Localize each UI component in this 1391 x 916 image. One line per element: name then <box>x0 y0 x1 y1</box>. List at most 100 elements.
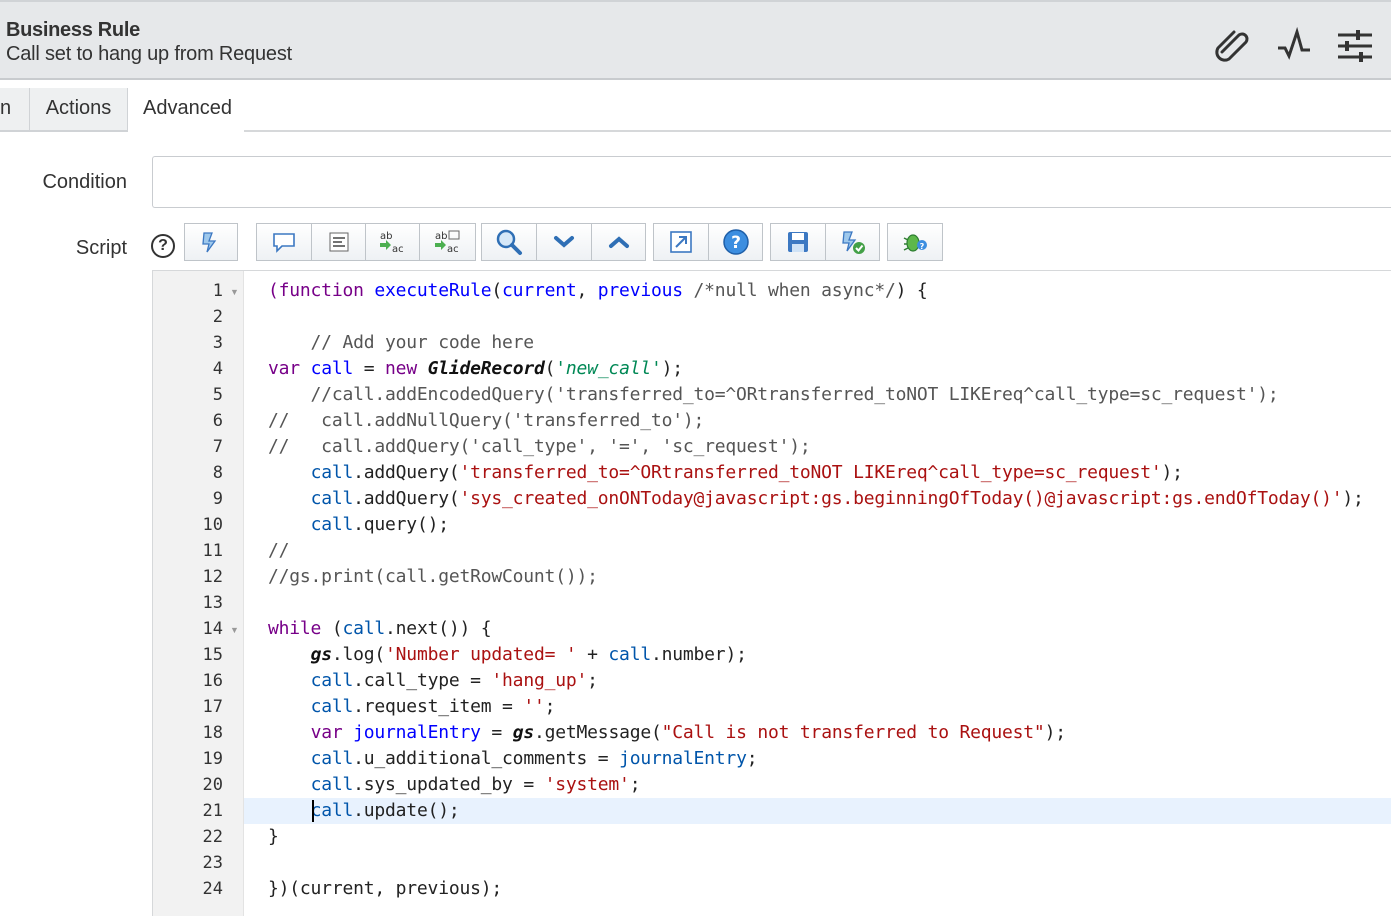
settings-sliders-icon[interactable] <box>1336 26 1376 66</box>
line-number: 16 <box>202 671 223 691</box>
code-line: call.addQuery('sys_created_onONToday@jav… <box>268 488 1364 509</box>
text-cursor <box>312 800 314 822</box>
code-token: .sys_updated_by = <box>353 774 545 795</box>
check-syntax-button[interactable] <box>825 223 880 261</box>
record-name-subtitle: Call set to hang up from Request <box>6 43 292 65</box>
code-token: + <box>576 644 609 665</box>
code-token: current <box>502 280 577 301</box>
comment-icon <box>273 233 295 253</box>
find-next-button[interactable] <box>536 223 592 261</box>
code-token: 'sys_created_onONToday@javascript:gs.beg… <box>459 488 1343 509</box>
code-token: '' <box>523 696 545 717</box>
code-token: call <box>310 696 354 717</box>
code-token: ); <box>661 358 683 379</box>
code-token: .log( <box>331 644 386 665</box>
code-line: gs.log('Number updated= ' + call.number)… <box>268 644 747 665</box>
code-token: .next()) { <box>385 618 492 639</box>
code-token: 'hang_up' <box>491 670 588 691</box>
find-next-icon <box>554 236 574 248</box>
code-token: call <box>310 748 354 769</box>
code-line: call.sys_updated_by = 'system'; <box>268 774 641 795</box>
code-line: call.query(); <box>268 514 449 535</box>
fold-arrow-icon[interactable]: ▼ <box>230 625 239 635</box>
svg-text:ac: ac <box>447 244 459 255</box>
code-line: call.call_type = 'hang_up'; <box>268 670 598 691</box>
line-number: 19 <box>202 749 223 769</box>
fullscreen-icon <box>670 231 692 253</box>
debug-icon: ? <box>903 234 927 252</box>
code-token: 'new_call' <box>555 358 662 379</box>
replace-all-icon: abac <box>434 230 459 255</box>
code-token: call <box>310 488 354 509</box>
line-number: 3 <box>212 333 223 353</box>
find-previous-button[interactable] <box>591 223 646 261</box>
tab-partial[interactable]: n <box>0 88 30 132</box>
tab-actions[interactable]: Actions <box>30 88 128 132</box>
code-token: call <box>608 644 651 665</box>
code-line: //gs.print(call.getRowCount()); <box>268 566 598 587</box>
script-help-icon[interactable]: ? <box>151 234 175 258</box>
code-token: ) { <box>895 280 928 301</box>
line-number: 1 <box>212 281 223 301</box>
code-line: // call.addQuery('call_type', '=', 'sc_r… <box>268 436 811 457</box>
code-line: //call.addEncodedQuery('transferred_to=^… <box>268 384 1279 405</box>
tab-advanced[interactable]: Advanced <box>128 88 244 132</box>
fullscreen-button[interactable] <box>653 223 709 261</box>
code-token: 'Number updated= ' <box>385 644 577 665</box>
line-number: 24 <box>202 879 223 899</box>
save-button[interactable] <box>770 223 826 261</box>
code-token: call <box>310 514 354 535</box>
paperclip-icon[interactable] <box>1212 26 1252 66</box>
save-icon <box>788 232 808 252</box>
script-editor[interactable]: 1 ▼ 2 3 4 5 6 7 8 9 10 11 12 13 14 ▼ 15 … <box>152 270 1391 916</box>
code-token: call <box>310 800 354 821</box>
find-previous-icon <box>608 236 629 248</box>
code-token: new <box>385 358 417 379</box>
code-token: call <box>342 618 386 639</box>
fold-arrow-icon[interactable]: ▼ <box>230 287 239 297</box>
line-number: 12 <box>202 567 223 587</box>
debug-button[interactable]: ? <box>887 223 943 261</box>
code-token: .request_item = <box>353 696 524 717</box>
code-line: } <box>268 826 279 847</box>
code-token: ; <box>587 670 598 691</box>
code-token: call <box>310 774 354 795</box>
code-line: (function executeRule(current, previous … <box>268 280 928 301</box>
code-token: ; <box>746 748 758 769</box>
comment-button[interactable] <box>256 223 312 261</box>
code-token: 'system' <box>544 774 630 795</box>
code-token: call <box>310 462 354 483</box>
tabs-divider <box>244 130 1391 132</box>
format-code-button[interactable] <box>311 223 366 261</box>
code-line: call.request_item = ''; <box>268 696 556 717</box>
replace-icon: abac <box>379 231 403 255</box>
replace-all-button[interactable]: ab ac <box>419 223 476 261</box>
code-token: .call_type = <box>353 670 492 691</box>
help-icon: ? <box>722 229 749 255</box>
code-line: call.update(); <box>268 800 460 821</box>
code-token: .update(); <box>353 800 460 821</box>
line-number: 10 <box>202 515 223 535</box>
help-button[interactable]: ? <box>708 223 763 261</box>
replace-button[interactable]: ab ac <box>365 223 420 261</box>
line-number: 20 <box>202 775 223 795</box>
line-number: 13 <box>202 593 223 613</box>
code-token: = <box>480 722 513 743</box>
search-button[interactable] <box>481 223 537 261</box>
line-number: 23 <box>202 853 223 873</box>
code-token: gs <box>310 644 332 665</box>
activity-icon[interactable] <box>1276 26 1316 66</box>
line-number: 4 <box>212 359 223 379</box>
code-line: call.u_additional_comments = journalEntr… <box>268 748 758 769</box>
line-number: 11 <box>202 541 223 561</box>
line-number: 9 <box>212 489 223 509</box>
condition-input[interactable] <box>152 156 1391 208</box>
toggle-syntax-button[interactable] <box>184 223 238 261</box>
code-token: .addQuery( <box>353 488 460 509</box>
line-number: 22 <box>202 827 223 847</box>
